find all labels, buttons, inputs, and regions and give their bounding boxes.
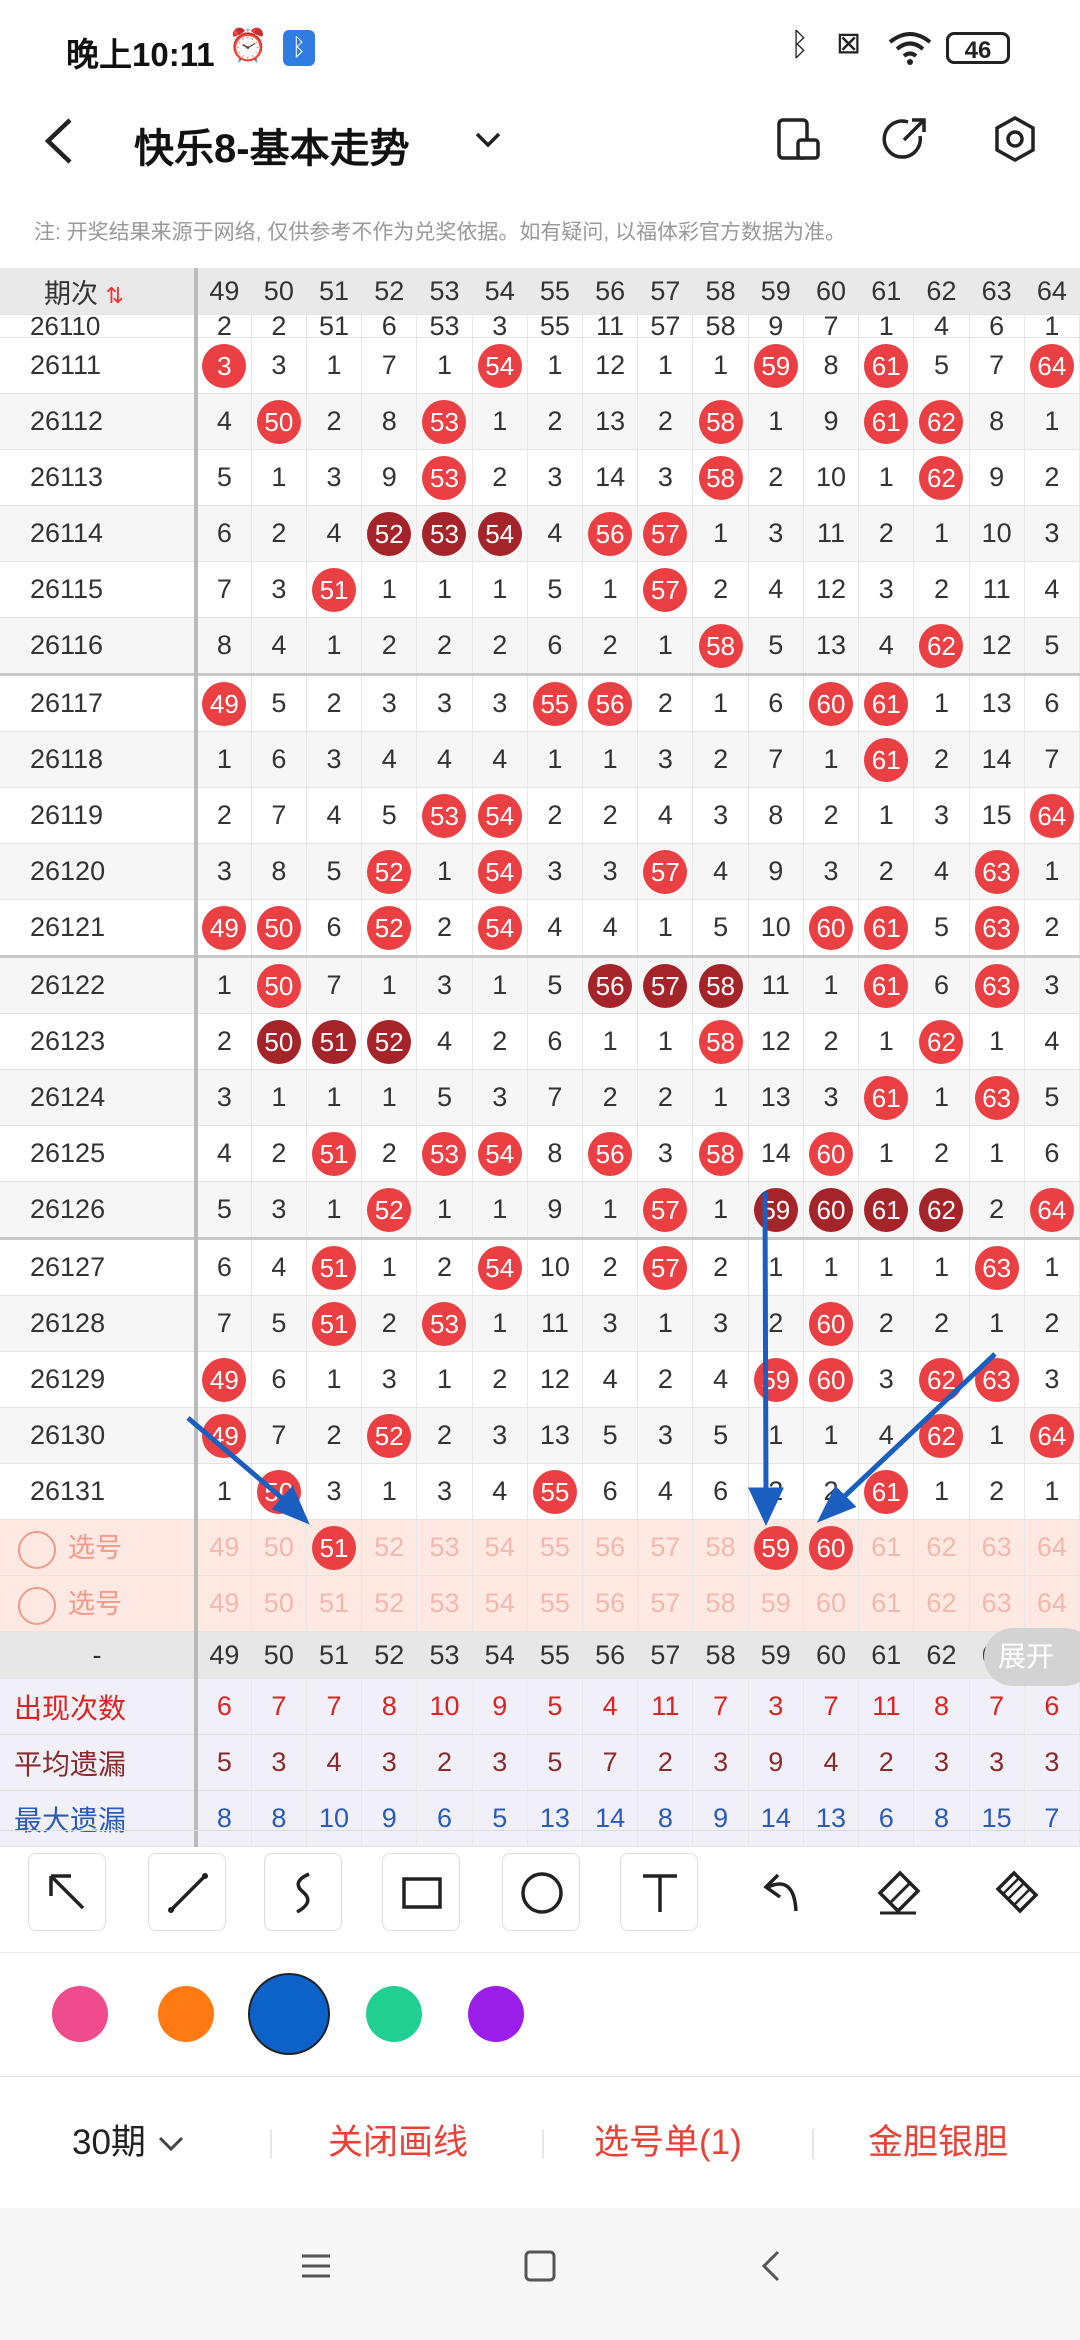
drawn-arrow xyxy=(186,1416,298,1512)
back-nav-icon[interactable] xyxy=(754,2248,790,2284)
drawn-arrows-overlay xyxy=(186,1191,997,1526)
chevron-down-icon xyxy=(158,2136,183,2152)
rectangle-tool-icon[interactable] xyxy=(382,1853,460,1931)
home-icon[interactable] xyxy=(522,2248,558,2284)
drawn-arrow-head xyxy=(748,1487,784,1526)
menu-icon[interactable] xyxy=(298,2248,334,2284)
gold-silver-button[interactable]: 金胆银胆 xyxy=(868,2077,1008,2209)
pick-list-button[interactable]: 选号单(1) xyxy=(594,2077,742,2209)
color-swatch-pink[interactable] xyxy=(52,1986,108,2042)
undo-icon[interactable] xyxy=(754,1867,806,1917)
line-tool-icon[interactable] xyxy=(148,1853,226,1931)
bottom-action-bar: 30期 关闭画线 选号单(1) 金胆银胆 xyxy=(0,2076,1080,2209)
divider xyxy=(270,2129,272,2159)
period-select-label: 30期 xyxy=(72,2123,146,2162)
color-swatch-blue[interactable] xyxy=(250,1975,328,2053)
circle-tool-icon[interactable] xyxy=(502,1853,580,1931)
drawn-arrow xyxy=(762,1191,769,1503)
color-palette xyxy=(0,1952,1080,2075)
drawing-toolbar xyxy=(0,1830,1080,1953)
divider xyxy=(812,2129,814,2159)
text-tool-icon[interactable] xyxy=(620,1853,698,1931)
divider xyxy=(542,2129,544,2159)
drawn-arrow xyxy=(830,1352,997,1510)
arrow-tool-icon[interactable] xyxy=(28,1853,106,1931)
color-swatch-purple[interactable] xyxy=(468,1986,524,2042)
period-select[interactable]: 30期 xyxy=(72,2077,186,2209)
color-swatch-green[interactable] xyxy=(366,1986,422,2042)
close-lines-button[interactable]: 关闭画线 xyxy=(328,2077,468,2209)
curve-tool-icon[interactable] xyxy=(264,1853,342,1931)
color-swatch-orange[interactable] xyxy=(158,1986,214,2042)
system-nav-bar xyxy=(0,2208,1080,2340)
clear-brush-icon[interactable] xyxy=(992,1867,1044,1917)
eraser-icon[interactable] xyxy=(872,1867,924,1917)
